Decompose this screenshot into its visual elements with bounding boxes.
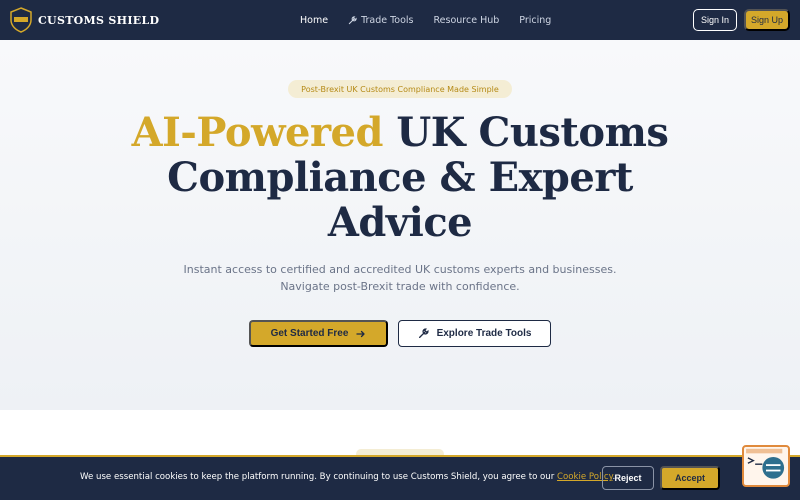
hero-headline: AI-Powered UK Customs Compliance & Exper… bbox=[100, 110, 700, 245]
hero-subtext-line2: Navigate post-Brexit trade with confiden… bbox=[280, 280, 520, 293]
nav-home[interactable]: Home bbox=[300, 15, 328, 26]
hero-badge: Post-Brexit UK Customs Compliance Made S… bbox=[288, 80, 512, 98]
nav-pricing[interactable]: Pricing bbox=[519, 15, 551, 26]
hero-subtext-line1: Instant access to certified and accredit… bbox=[183, 263, 617, 276]
shield-logo-icon bbox=[10, 7, 32, 33]
chat-assistant-icon bbox=[746, 448, 785, 479]
nav-pricing-label: Pricing bbox=[519, 14, 552, 26]
wrench-icon bbox=[348, 15, 357, 24]
headline-accent: AI-Powered bbox=[131, 109, 384, 156]
chat-widget[interactable] bbox=[742, 445, 790, 487]
cookie-message: We use essential cookies to keep the pla… bbox=[80, 472, 555, 482]
nav-trade-tools-label: Trade Tools bbox=[361, 14, 414, 26]
cookie-reject-button[interactable]: Reject bbox=[602, 466, 654, 490]
main-nav: Home Trade Tools Resource Hub Pricing bbox=[300, 0, 571, 40]
nav-resource-hub[interactable]: Resource Hub bbox=[434, 15, 500, 26]
nav-home-label: Home bbox=[300, 14, 329, 26]
sign-up-button[interactable]: Sign Up bbox=[744, 9, 790, 31]
cookie-consent-bar: We use essential cookies to keep the pla… bbox=[0, 455, 800, 500]
nav-trade-tools[interactable]: Trade Tools bbox=[348, 14, 414, 26]
get-started-button[interactable]: Get Started Free bbox=[249, 320, 388, 347]
brand-name: CUSTOMS SHIELD bbox=[38, 13, 160, 27]
top-navbar: CUSTOMS SHIELD Home Trade Tools Resource… bbox=[0, 0, 800, 40]
get-started-label: Get Started Free bbox=[270, 328, 349, 339]
brand-logo[interactable]: CUSTOMS SHIELD bbox=[10, 7, 159, 33]
explore-trade-tools-button[interactable]: Explore Trade Tools bbox=[398, 320, 551, 347]
cookie-text: We use essential cookies to keep the pla… bbox=[80, 472, 615, 482]
wrench-icon bbox=[418, 328, 429, 339]
arrow-right-icon bbox=[356, 330, 366, 337]
hero-subtext: Instant access to certified and accredit… bbox=[150, 261, 650, 295]
cookie-accept-button[interactable]: Accept bbox=[660, 466, 720, 490]
sign-in-button[interactable]: Sign In bbox=[693, 9, 737, 31]
nav-resource-hub-label: Resource Hub bbox=[433, 14, 500, 26]
explore-trade-tools-label: Explore Trade Tools bbox=[436, 328, 532, 339]
